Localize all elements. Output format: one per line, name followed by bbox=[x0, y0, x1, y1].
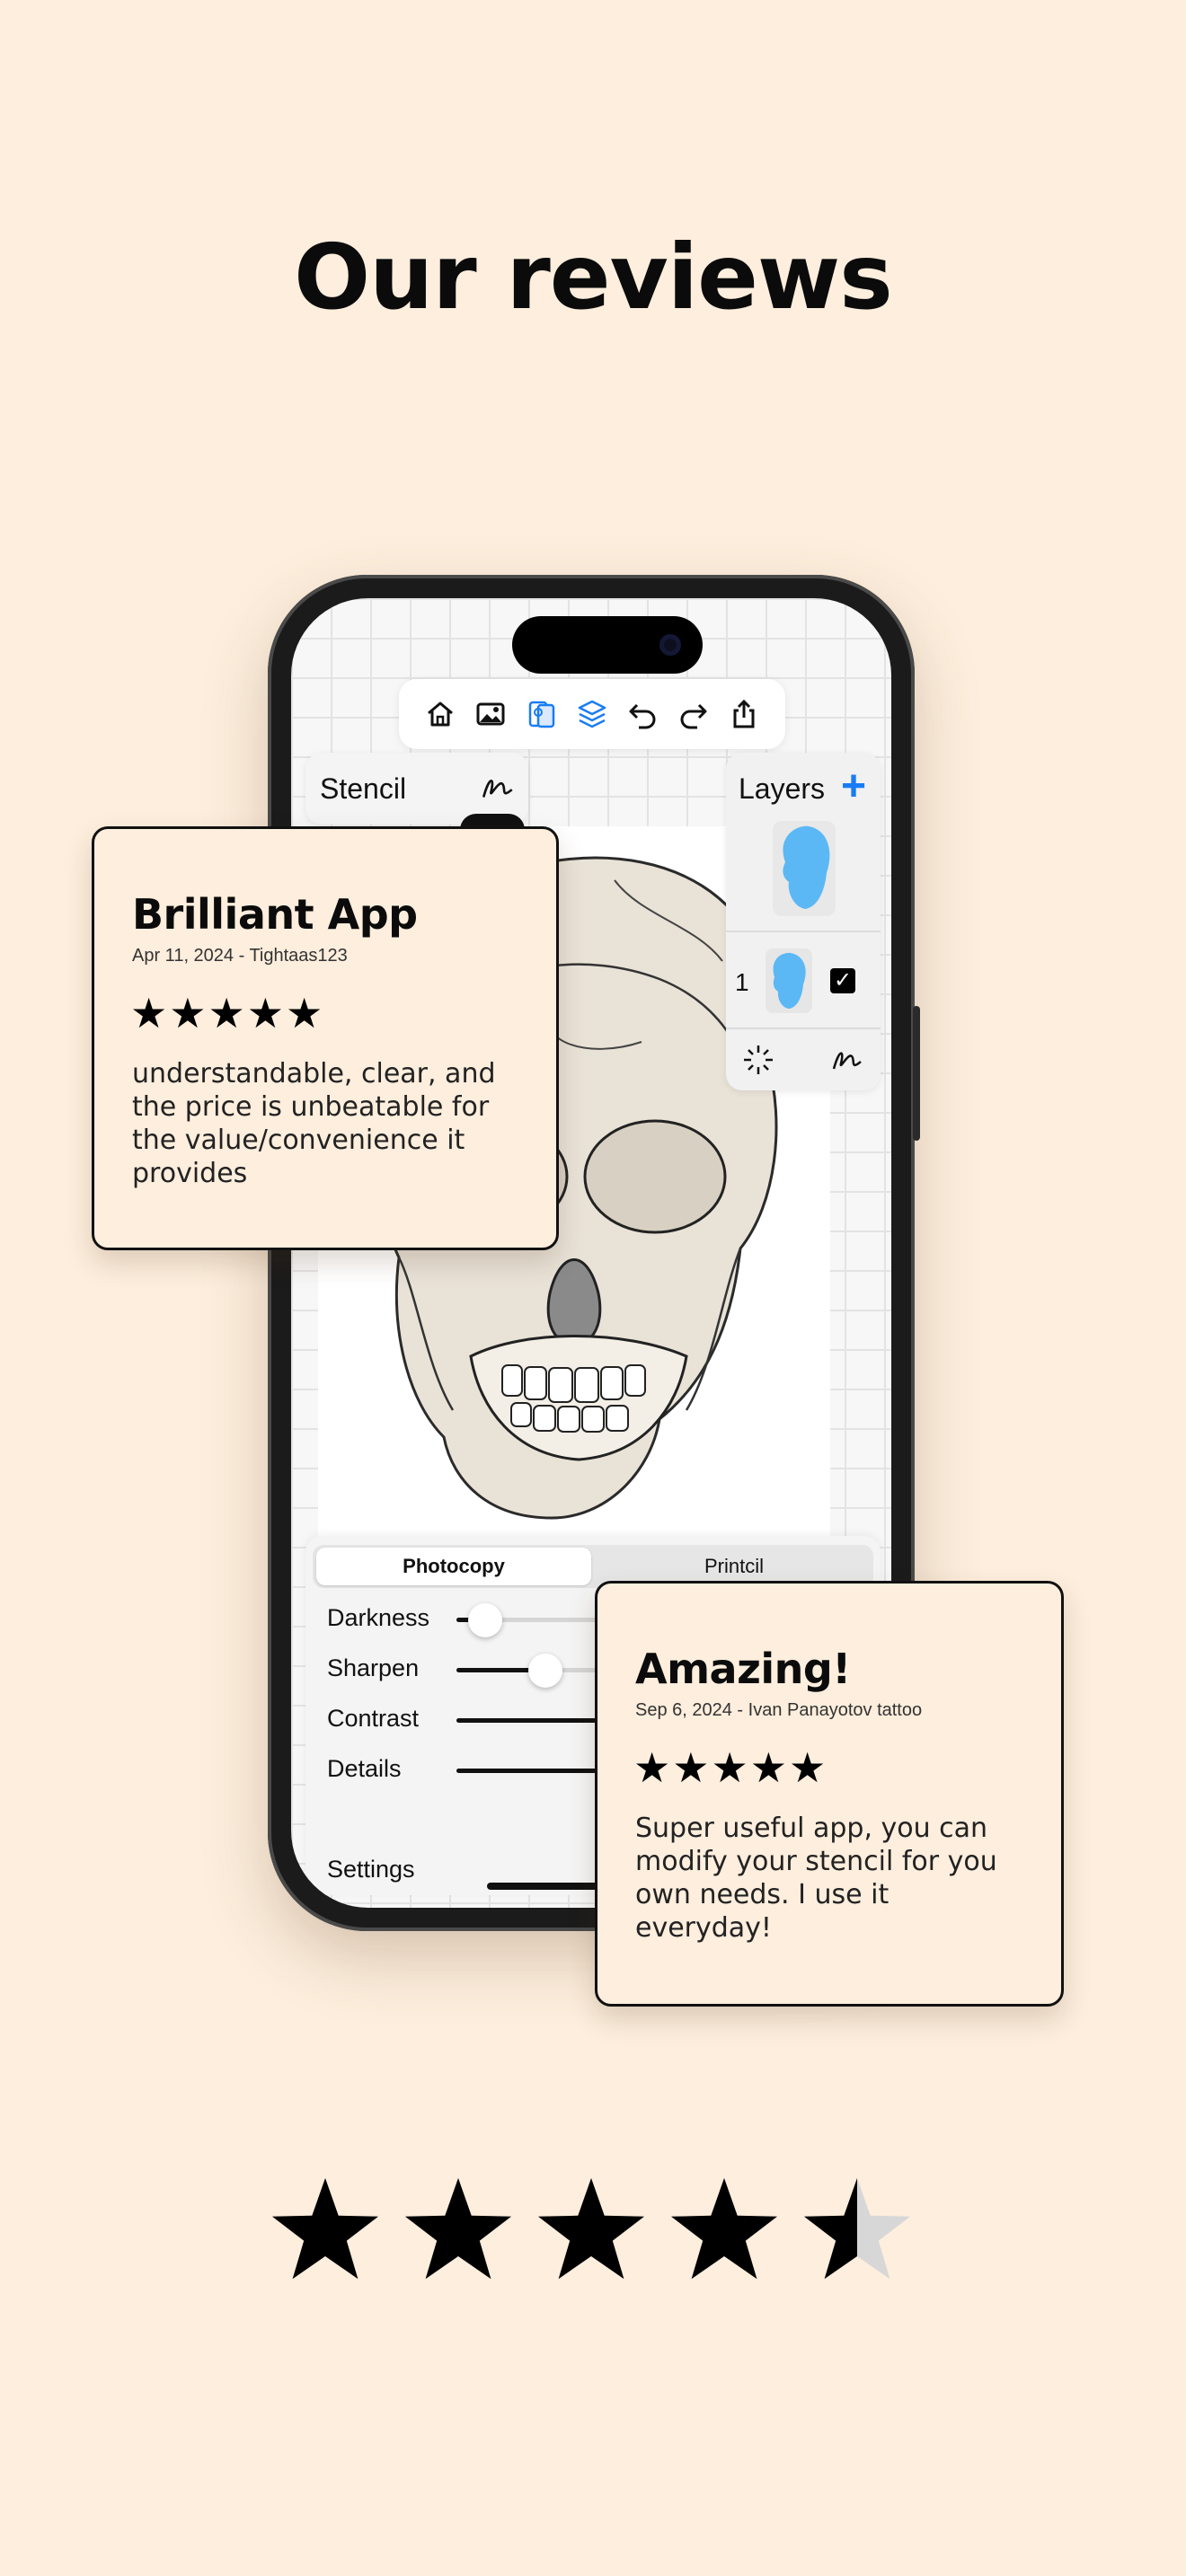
review-meta: Sep 6, 2024 - Ivan Panayotov tattoo bbox=[635, 1700, 923, 1720]
magic-wand-icon[interactable] bbox=[740, 1042, 776, 1078]
review-body: understandable, clear, and the price is … bbox=[132, 1058, 496, 1189]
dynamic-island bbox=[512, 616, 703, 674]
mode-printcil-tab[interactable]: Printcil bbox=[597, 1548, 872, 1585]
review-meta: Apr 11, 2024 - Tightaas123 bbox=[132, 946, 348, 966]
redo-icon[interactable] bbox=[677, 697, 711, 731]
slider-label: Darkness bbox=[327, 1604, 430, 1631]
top-toolbar bbox=[399, 679, 785, 749]
layer-divider bbox=[726, 1028, 881, 1029]
settings-label: Settings bbox=[327, 1856, 415, 1883]
layer-thumbnail[interactable] bbox=[766, 948, 812, 1013]
review-stars: ★★★★★ bbox=[633, 1744, 828, 1791]
phone-side-button bbox=[913, 1006, 920, 1141]
undo-icon[interactable] bbox=[625, 697, 659, 731]
layers-panel: Layers + 1 ✓ bbox=[726, 753, 881, 1090]
mode-photocopy-tab[interactable]: Photocopy bbox=[316, 1548, 591, 1585]
stencil-cards-icon[interactable] bbox=[525, 697, 559, 731]
right-eye-socket bbox=[583, 1119, 727, 1234]
signature-icon[interactable] bbox=[480, 769, 518, 807]
rating-star-filled bbox=[405, 2178, 511, 2280]
review-title: Brilliant App bbox=[132, 890, 418, 939]
slider-label: Contrast bbox=[327, 1705, 420, 1732]
layer-preview-thumbnail[interactable] bbox=[773, 821, 836, 916]
add-layer-button[interactable]: + bbox=[841, 762, 866, 812]
signature-icon[interactable] bbox=[830, 1042, 866, 1078]
review-body: Super useful app, you can modify your st… bbox=[635, 1813, 997, 1944]
rating-star-filled bbox=[538, 2178, 644, 2280]
share-icon[interactable] bbox=[727, 697, 761, 731]
review-stars: ★★★★★ bbox=[130, 990, 325, 1037]
slider-knob[interactable] bbox=[467, 1603, 502, 1637]
rating-star-filled bbox=[671, 2178, 777, 2280]
slider-label: Sharpen bbox=[327, 1654, 420, 1681]
layer-number: 1 bbox=[735, 968, 749, 996]
home-icon[interactable] bbox=[423, 697, 457, 731]
slider-fill bbox=[456, 1668, 537, 1672]
page-headline: Our reviews bbox=[294, 225, 893, 330]
slider-knob[interactable] bbox=[528, 1654, 562, 1688]
review-card: Amazing! Sep 6, 2024 - Ivan Panayotov ta… bbox=[595, 1581, 1064, 2007]
review-card: Brilliant App Apr 11, 2024 - Tightaas123… bbox=[92, 826, 559, 1250]
review-title: Amazing! bbox=[635, 1645, 851, 1693]
layers-title: Layers bbox=[739, 772, 826, 805]
image-icon[interactable] bbox=[474, 697, 508, 731]
layer-visibility-checkbox[interactable]: ✓ bbox=[830, 968, 855, 993]
layer-divider bbox=[726, 931, 881, 932]
rating-star-filled bbox=[272, 2178, 378, 2280]
overall-rating bbox=[272, 2178, 910, 2280]
stencil-title: Stencil bbox=[320, 772, 407, 805]
camera-icon bbox=[659, 634, 681, 656]
layers-stack-icon[interactable] bbox=[575, 697, 609, 731]
slider-label: Details bbox=[327, 1755, 402, 1782]
